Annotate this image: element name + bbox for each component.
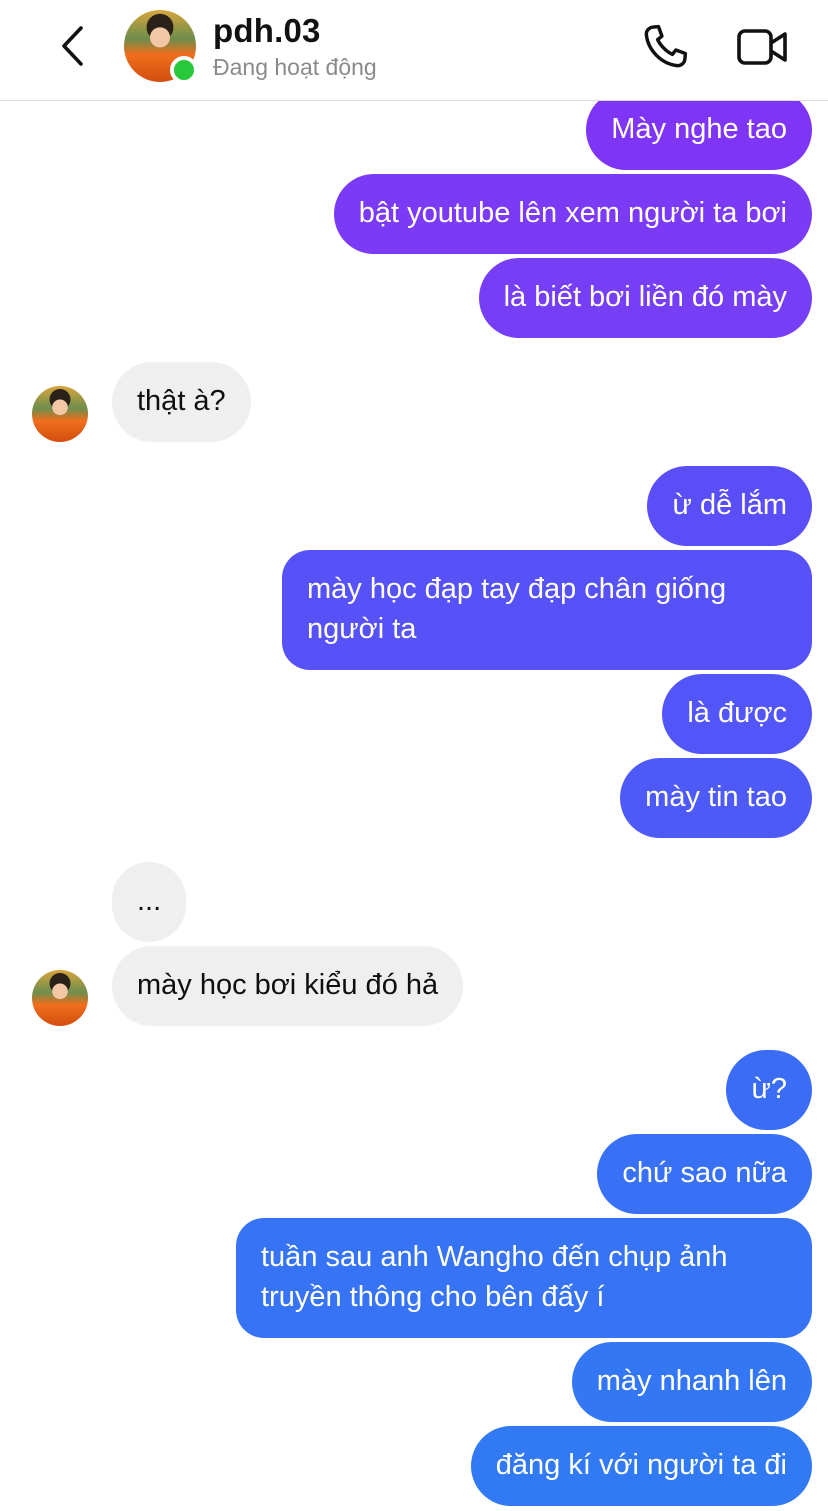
message-bubble-outgoing[interactable]: ừ? [726, 1050, 812, 1130]
message-bubble-outgoing[interactable]: là biết bơi liền đó mày [478, 258, 812, 338]
audio-call-button[interactable] [636, 18, 694, 76]
message-bubble-incoming[interactable]: ... [112, 862, 187, 942]
contact-status: Đang hoạt động [213, 54, 377, 80]
message-bubble-outgoing[interactable]: mày học đạp tay đạp chân giống người ta [282, 550, 812, 670]
video-call-button[interactable] [732, 18, 794, 76]
sender-avatar[interactable] [32, 970, 88, 1026]
phone-icon [644, 24, 688, 68]
message-bubble-outgoing[interactable]: mày tin tao [620, 758, 812, 838]
message-bubble-outgoing[interactable]: mày nhanh lên [571, 1342, 812, 1422]
message-bubble-outgoing[interactable]: bật youtube lên xem người ta bơi [333, 174, 812, 254]
back-button[interactable] [50, 20, 94, 72]
chevron-left-icon [62, 26, 83, 66]
video-camera-icon [737, 29, 787, 65]
message-bubble-outgoing[interactable]: chứ sao nữa [597, 1134, 812, 1214]
chat-header: pdh.03 Đang hoạt động [0, 0, 828, 101]
chat-screen: pdh.03 Đang hoạt động Mày nghe tao bật y… [0, 0, 828, 1511]
message-bubble-outgoing[interactable]: ừ dễ lắm [647, 466, 812, 546]
online-status-indicator [170, 56, 198, 84]
message-bubble-incoming[interactable]: thật à? [112, 362, 251, 442]
contact-name[interactable]: pdh.03 [213, 12, 321, 50]
message-bubble-outgoing[interactable]: tuần sau anh Wangho đến chụp ảnh truyền … [236, 1218, 812, 1338]
sender-avatar[interactable] [32, 386, 88, 442]
message-bubble-outgoing[interactable]: Mày nghe tao [586, 90, 812, 170]
message-bubble-outgoing[interactable]: là được [662, 674, 812, 754]
message-bubble-incoming[interactable]: mày học bơi kiểu đó hả [112, 946, 464, 1026]
message-bubble-outgoing[interactable]: đăng kí với người ta đi [470, 1426, 812, 1506]
